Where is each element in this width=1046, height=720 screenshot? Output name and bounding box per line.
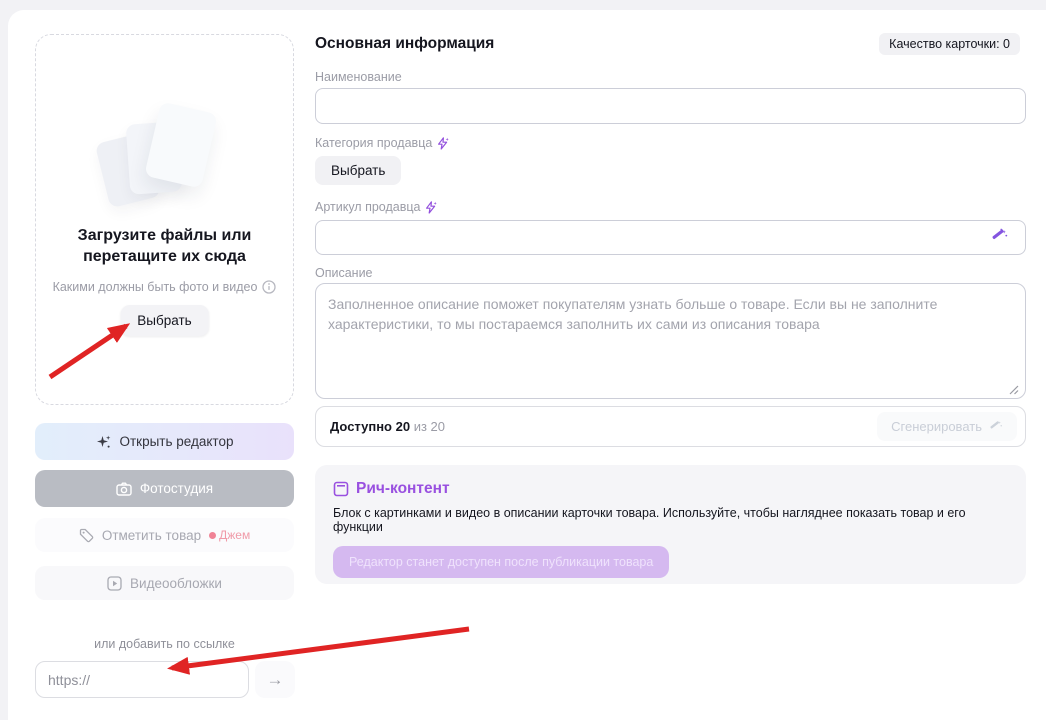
description-label: Описание: [315, 266, 373, 280]
rich-content-description: Блок с картинками и видео в описании кар…: [333, 506, 1008, 534]
upload-illustration: [36, 35, 293, 235]
video-covers-button[interactable]: Видеообложки: [35, 566, 294, 600]
card-quality-badge: Качество карточки: 0: [879, 33, 1020, 55]
section-title: Основная информация: [315, 35, 494, 53]
illustration-card: [144, 101, 218, 188]
sku-label-text: Артикул продавца: [315, 200, 420, 214]
sparkles-icon: [96, 434, 112, 450]
rich-content-icon: [333, 481, 349, 497]
resize-handle-icon[interactable]: [1008, 382, 1019, 400]
sku-input[interactable]: [315, 220, 1026, 255]
mark-product-label: Отметить товар: [102, 528, 201, 543]
quota-total: из 20: [414, 419, 445, 434]
sku-label: Артикул продавца: [315, 200, 437, 214]
open-editor-label: Открыть редактор: [120, 434, 234, 449]
upload-title: Загрузите файлы или перетащите их сюда: [60, 225, 269, 267]
add-by-link-label: или добавить по ссылке: [35, 637, 294, 651]
category-choose-button[interactable]: Выбрать: [315, 156, 401, 185]
category-label-text: Категория продавца: [315, 136, 432, 150]
rich-content-title: Рич-контент: [356, 480, 450, 498]
bolt-icon: [437, 137, 449, 150]
mark-product-button[interactable]: Отметить товар Джем: [35, 518, 294, 552]
rich-content-header: Рич-контент: [333, 480, 1008, 498]
camera-icon: [116, 482, 132, 496]
rich-content-locked-button: Редактор станет доступен после публикаци…: [333, 546, 669, 578]
generate-button-label: Сгенерировать: [891, 419, 982, 434]
description-label-text: Описание: [315, 266, 373, 280]
quota-available: Доступно 20: [330, 419, 410, 434]
video-covers-label: Видеообложки: [130, 576, 222, 591]
upload-choose-button[interactable]: Выбрать: [120, 305, 208, 336]
arrow-right-icon: →: [267, 670, 284, 690]
generate-wand-icon: [988, 419, 1003, 434]
media-upload-dropzone[interactable]: Загрузите файлы или перетащите их сюда К…: [35, 34, 294, 405]
generation-quota-text: Доступно 20 из 20: [330, 419, 445, 434]
url-input[interactable]: [35, 661, 249, 698]
photostudio-label: Фотостудия: [140, 481, 213, 496]
description-textarea[interactable]: [315, 283, 1026, 399]
name-label-text: Наименование: [315, 70, 402, 84]
magic-wand-icon[interactable]: [988, 227, 1010, 249]
generation-quota-box: Доступно 20 из 20 Сгенерировать: [315, 406, 1026, 447]
generate-button[interactable]: Сгенерировать: [877, 412, 1017, 441]
category-label: Категория продавца: [315, 136, 449, 150]
photostudio-button[interactable]: Фотостудия: [35, 470, 294, 507]
url-submit-button[interactable]: →: [255, 661, 295, 698]
open-editor-button[interactable]: Открыть редактор: [35, 423, 294, 460]
upload-hint: Какими должны быть фото и видео: [36, 280, 293, 294]
info-icon[interactable]: [262, 280, 276, 294]
play-icon: [107, 576, 122, 591]
jam-badge-label: Джем: [219, 528, 250, 542]
name-label: Наименование: [315, 70, 402, 84]
jam-dot-icon: [209, 532, 216, 539]
product-card-editor: Загрузите файлы или перетащите их сюда К…: [0, 0, 1046, 720]
tag-icon: [79, 528, 94, 543]
rich-content-panel: Рич-контент Блок с картинками и видео в …: [315, 465, 1026, 584]
upload-hint-text: Какими должны быть фото и видео: [53, 280, 258, 294]
jam-badge: Джем: [209, 528, 250, 542]
bolt-icon: [425, 201, 437, 214]
name-input[interactable]: [315, 88, 1026, 124]
content-panel: Загрузите файлы или перетащите их сюда К…: [8, 10, 1046, 720]
